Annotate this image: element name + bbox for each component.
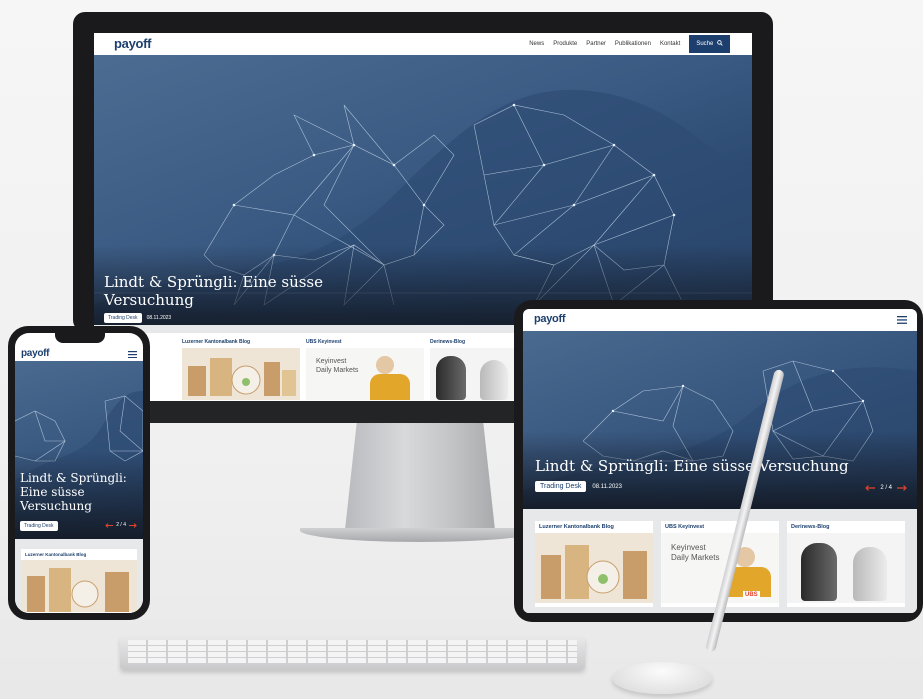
- phone-card-strip: Luzerner Kantonalbank Blog: [15, 539, 143, 613]
- site-header: payoff News Produkte Partner Publikation…: [94, 33, 752, 55]
- main-nav: News Produkte Partner Publikationen Kont…: [520, 35, 730, 53]
- chess-image: [430, 348, 520, 400]
- menu-icon[interactable]: [128, 351, 137, 358]
- card-derinews[interactable]: Derinews-Blog: [430, 339, 520, 401]
- phone-screen: payoff Lindt & Sprüngli: Eine süsse Vers…: [15, 333, 143, 613]
- phone-card-lukb[interactable]: Luzerner Kantonalbank Blog: [21, 549, 137, 613]
- category-badge[interactable]: Trading Desk: [104, 313, 142, 323]
- search-button[interactable]: Suche: [689, 35, 730, 53]
- phone-hero-title[interactable]: Lindt & Sprüngli: Eine süsse Versuchung: [20, 471, 127, 513]
- tablet-card-lukb[interactable]: Luzerner Kantonalbank Blog: [535, 521, 653, 607]
- tablet-hero-title[interactable]: Lindt & Sprüngli: Eine süsse Versuchung: [535, 457, 849, 475]
- tablet-card-derinews[interactable]: Derinews-Blog: [787, 521, 905, 607]
- card-ubs[interactable]: UBS Keyinvest Keyinvest Daily Markets: [306, 339, 424, 401]
- tablet-screen: payoff Lindt & Sprüngli: Eine süsse Vers…: [523, 309, 917, 613]
- tablet-chess-image: [787, 533, 905, 603]
- hero-banner[interactable]: Lindt & Sprüngli: Eine süsse Versuchung …: [94, 55, 752, 325]
- nav-produkte[interactable]: Produkte: [553, 41, 577, 47]
- card-lukb[interactable]: Luzerner Kantonalbank Blog: [182, 339, 300, 401]
- tablet-pager: 2 / 4: [865, 485, 907, 491]
- nav-news[interactable]: News: [529, 41, 544, 47]
- tablet-hero[interactable]: Lindt & Sprüngli: Eine süsse Versuchung …: [523, 331, 917, 509]
- phone-hero[interactable]: Lindt & Sprüngli: Eine süsse Versuchung …: [15, 361, 143, 539]
- tablet-packaging-image: [535, 533, 653, 603]
- hero-date: 08.11.2023: [146, 315, 172, 321]
- hero-meta: Trading Desk 08.11.2023: [104, 313, 171, 323]
- arrow-left-icon[interactable]: [105, 522, 114, 528]
- tablet-hero-meta: Trading Desk 08.11.2023: [535, 481, 622, 492]
- ubs-image: Keyinvest Daily Markets: [306, 348, 424, 400]
- ubs-logo: UBS: [743, 591, 760, 599]
- keyboard-rows: [128, 640, 577, 664]
- arrow-left-icon[interactable]: [865, 485, 876, 491]
- arrow-right-icon[interactable]: [129, 522, 137, 528]
- nav-publikationen[interactable]: Publikationen: [615, 41, 651, 47]
- tablet-category-badge[interactable]: Trading Desk: [535, 481, 587, 492]
- nav-kontakt[interactable]: Kontakt: [660, 41, 680, 47]
- hero-title[interactable]: Lindt & Sprüngli: Eine süsse Versuchung: [104, 273, 323, 309]
- mouse: [612, 662, 712, 694]
- phone-packaging-image: [21, 560, 137, 612]
- phone-pager: 2 / 4: [105, 522, 137, 528]
- arrow-right-icon[interactable]: [897, 485, 907, 491]
- tablet-logo[interactable]: payoff: [534, 313, 566, 325]
- nav-partner[interactable]: Partner: [586, 41, 606, 47]
- search-icon: [717, 40, 723, 47]
- phone-logo[interactable]: payoff: [21, 348, 50, 359]
- tablet-hero-date: 08.11.2023: [592, 483, 622, 490]
- site-logo[interactable]: payoff: [114, 36, 152, 51]
- phone-notch: [55, 333, 105, 343]
- phone-category-badge[interactable]: Trading Desk: [20, 521, 58, 531]
- menu-icon[interactable]: [897, 316, 907, 324]
- monitor-stand: [345, 420, 495, 530]
- packaging-image: [182, 348, 300, 400]
